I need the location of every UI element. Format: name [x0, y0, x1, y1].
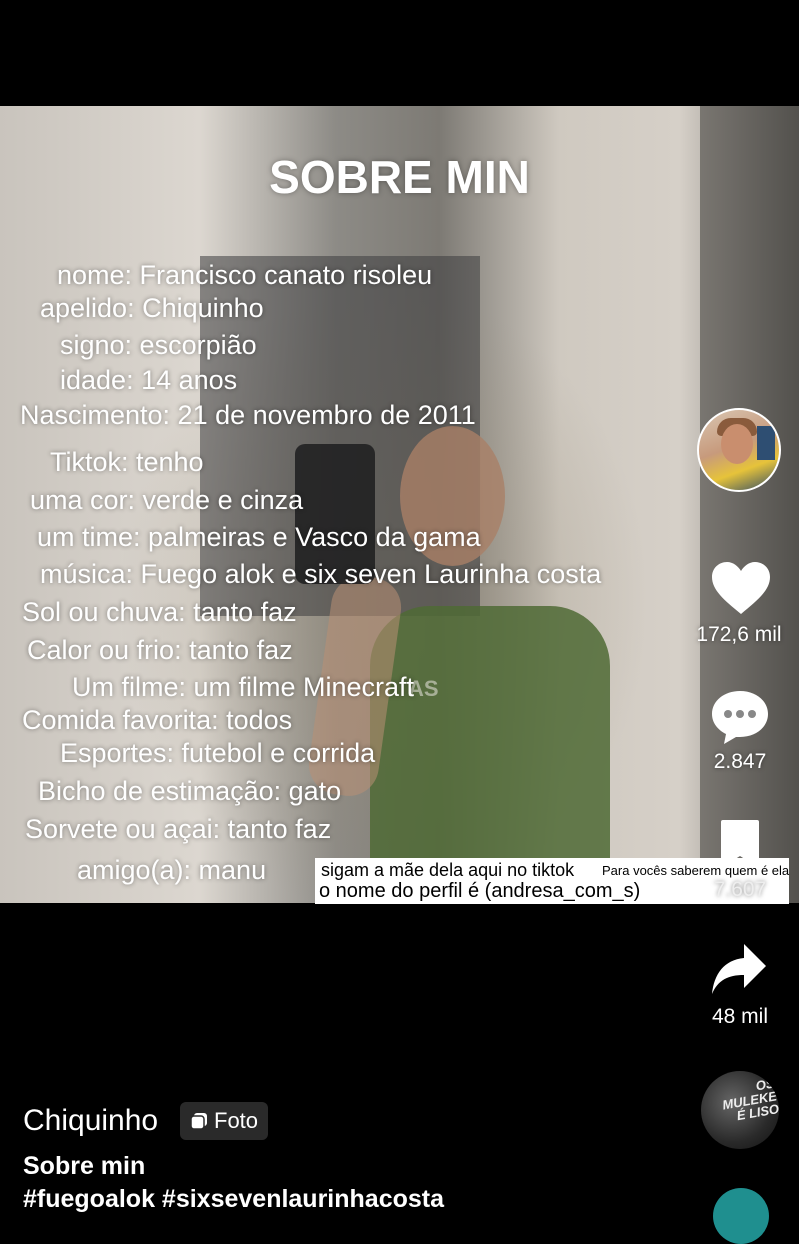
- music-disc-secondary[interactable]: [713, 1188, 769, 1244]
- info-musica: música: Fuego alok e six seven Laurinha …: [40, 559, 602, 589]
- comment-button[interactable]: [709, 688, 771, 751]
- bookmark-icon: [721, 820, 759, 868]
- save-button[interactable]: [719, 818, 761, 875]
- info-bicho: Bicho de estimação: gato: [38, 776, 342, 806]
- share-button[interactable]: [710, 942, 768, 1003]
- sticker-line2: o nome do perfil é (andresa_com_s): [319, 880, 641, 902]
- info-signo: signo: escorpião: [60, 330, 257, 360]
- info-sol-chuva: Sol ou chuva: tanto faz: [22, 597, 297, 627]
- comment-icon: [712, 691, 768, 744]
- author-name[interactable]: Chiquinho: [23, 1104, 158, 1138]
- info-apelido: apelido: Chiquinho: [40, 293, 264, 323]
- like-count: 172,6 mil: [696, 623, 782, 646]
- photo-badge: Foto: [180, 1102, 269, 1140]
- photo-badge-label: Foto: [214, 1108, 259, 1133]
- like-button[interactable]: [710, 560, 772, 623]
- avatar-window: [757, 426, 775, 460]
- info-tiktok: Tiktok: tenho: [50, 447, 204, 477]
- info-amigo: amigo(a): manu: [77, 855, 267, 885]
- info-idade: idade: 14 anos: [60, 365, 238, 395]
- post-title: SOBRE MIN: [269, 151, 530, 203]
- info-filme: Um filme: um filme Minecraft: [72, 672, 415, 702]
- share-count: 48 mil: [711, 1005, 769, 1028]
- info-cor: uma cor: verde e cinza: [30, 485, 304, 515]
- info-nascimento: Nascimento: 21 de novembro de 2011: [20, 400, 476, 430]
- info-sorvete: Sorvete ou açai: tanto faz: [25, 814, 332, 844]
- info-calor-frio: Calor ou frio: tanto faz: [27, 635, 293, 665]
- info-nome: nome: Francisco canato risoleu: [57, 260, 433, 290]
- avatar-face: [721, 424, 753, 464]
- info-esportes: Esportes: futebol e corrida: [60, 738, 376, 768]
- heart-icon: [712, 562, 770, 614]
- sticker-line1-small: Para vocês saberem quem é ela: [602, 863, 790, 878]
- music-disc-text: OS MULEKE É LISO: [721, 1075, 779, 1124]
- info-comida: Comida favorita: todos: [22, 705, 293, 735]
- save-count: 7.607: [713, 878, 767, 901]
- share-arrow-icon: [712, 944, 766, 994]
- comment-count: 2.847: [713, 750, 767, 773]
- music-disc[interactable]: OS MULEKE É LISO: [701, 1071, 779, 1149]
- info-time: um time: palmeiras e Vasco da gama: [37, 522, 481, 552]
- post-caption: Sobre min: [23, 1152, 146, 1180]
- sticker-line1: sigam a mãe dela aqui no tiktok: [321, 860, 575, 880]
- creator-avatar[interactable]: [697, 408, 781, 492]
- door-shadow: [700, 106, 799, 903]
- photo-icon: [190, 1113, 207, 1130]
